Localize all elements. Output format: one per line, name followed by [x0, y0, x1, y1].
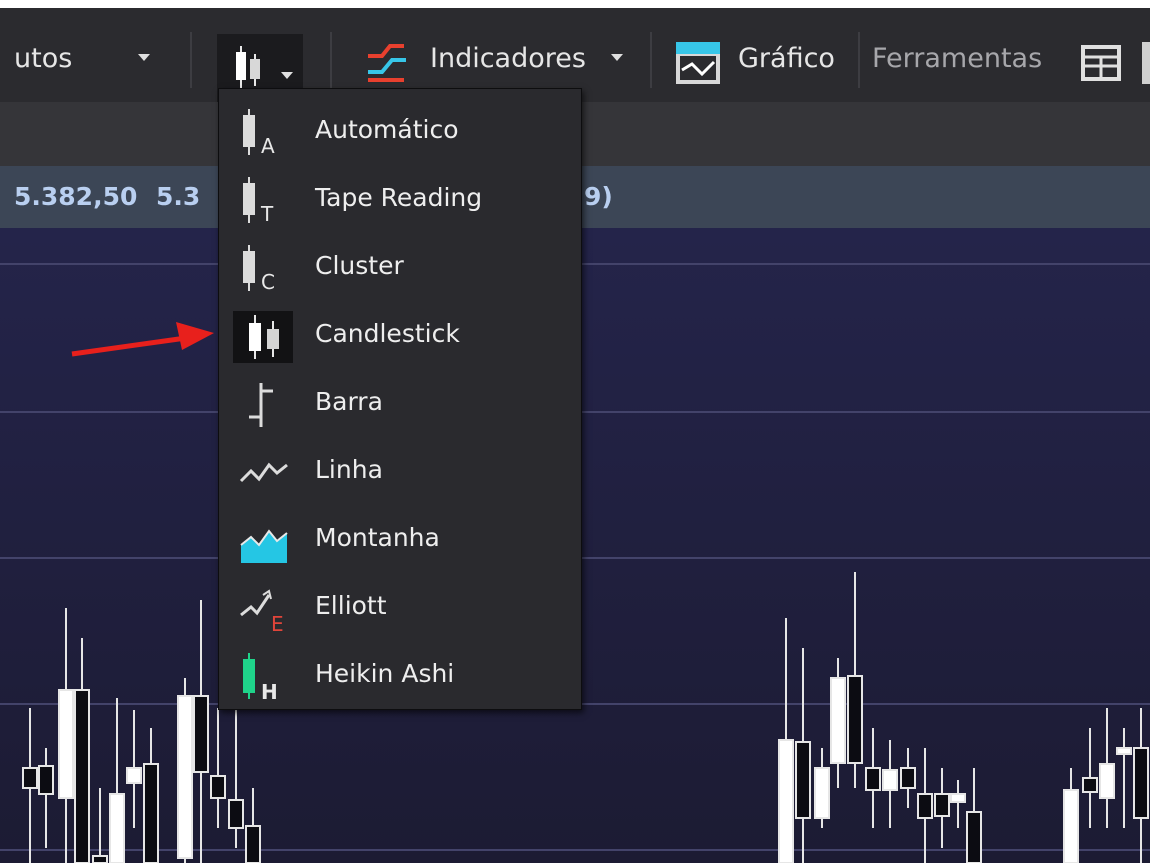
- timeframe-label[interactable]: utos: [14, 44, 72, 74]
- indicators-caret-icon[interactable]: [611, 54, 623, 61]
- indicators-label[interactable]: Indicadores: [430, 44, 586, 74]
- candle-body: [1063, 789, 1079, 863]
- heikin-ashi-icon: H: [243, 653, 278, 703]
- menu-item-heikin-ashi[interactable]: H Heikin Ashi: [219, 645, 581, 707]
- chart-type-menu: A Automático T Tape Reading C Cluster Ca…: [218, 88, 582, 710]
- menu-item-label: Elliott: [315, 591, 387, 620]
- candle-tape-reading-icon: T: [243, 177, 274, 226]
- candle-body: [865, 767, 881, 791]
- layout-grid-icon[interactable]: [1080, 44, 1122, 82]
- menu-item-sub: E: [271, 612, 284, 635]
- candle-body: [900, 767, 916, 789]
- candle-cluster-icon: C: [243, 245, 275, 294]
- candle-body: [795, 741, 811, 819]
- timeframe-dropdown-caret-icon[interactable]: [138, 54, 150, 61]
- line-chart-icon: [239, 462, 288, 483]
- candle-body: [1116, 747, 1132, 755]
- menu-item-label: Linha: [315, 455, 383, 484]
- chart-type-caret-icon: [281, 72, 293, 79]
- menu-item-label: Barra: [315, 387, 383, 416]
- candle-body: [1133, 747, 1149, 819]
- menu-item-sub: C: [261, 270, 275, 294]
- candle-body: [143, 763, 159, 863]
- top-edge: [0, 0, 1150, 8]
- candle-body: [210, 775, 226, 799]
- candle-body: [126, 767, 142, 784]
- candlestick-icon: [233, 311, 293, 363]
- menu-item-linha[interactable]: Linha: [219, 441, 581, 503]
- candle-body: [193, 695, 209, 773]
- menu-item-label: Cluster: [315, 251, 404, 280]
- toolbar-separator: [858, 32, 860, 88]
- next-toolbar-icon[interactable]: [1142, 42, 1150, 84]
- toolbar-separator: [190, 32, 192, 88]
- indicators-icon[interactable]: [364, 42, 410, 86]
- mountain-chart-icon: [240, 529, 288, 563]
- chart-label[interactable]: Gráfico: [738, 44, 835, 74]
- menu-item-montanha[interactable]: Montanha: [219, 509, 581, 571]
- candle-body: [38, 765, 54, 795]
- candle-body: [778, 739, 794, 863]
- price-value: 5.3: [156, 182, 201, 211]
- toolbar-separator: [650, 32, 652, 88]
- toolbar-separator: [330, 32, 332, 88]
- menu-item-label: Tape Reading: [315, 183, 483, 212]
- menu-item-label: Candlestick: [315, 319, 460, 348]
- candle-body: [917, 793, 933, 819]
- candle-auto-icon: A: [243, 109, 275, 158]
- candle-body: [92, 855, 108, 863]
- candle-body: [950, 793, 966, 803]
- chart-window-icon[interactable]: [674, 40, 722, 86]
- candle-body: [1082, 777, 1098, 793]
- candle-body: [22, 767, 38, 789]
- candle-body: [109, 793, 125, 863]
- menu-item-tape-reading[interactable]: T Tape Reading: [219, 169, 581, 231]
- candle-body: [177, 695, 193, 859]
- price-value: 9): [584, 182, 613, 211]
- candle-body: [882, 769, 898, 791]
- menu-item-cluster[interactable]: C Cluster: [219, 237, 581, 299]
- price-value: 5.382,50: [14, 182, 138, 211]
- menu-item-sub: T: [260, 202, 274, 226]
- menu-item-barra[interactable]: Barra: [219, 373, 581, 435]
- menu-item-candlestick[interactable]: Candlestick: [219, 305, 581, 367]
- candle-body: [245, 825, 261, 863]
- menu-item-label: Automático: [315, 115, 459, 144]
- menu-item-label: Heikin Ashi: [315, 659, 455, 688]
- candle-body: [58, 689, 74, 799]
- candle-body: [74, 689, 90, 863]
- bar-ohlc-icon: [249, 383, 273, 427]
- menu-item-sub: H: [261, 680, 278, 703]
- candle-body: [814, 767, 830, 819]
- candle-body: [1099, 763, 1115, 799]
- candle-body: [228, 799, 244, 829]
- candle-body: [934, 793, 950, 817]
- menu-item-label: Montanha: [315, 523, 440, 552]
- candle-body: [830, 677, 846, 764]
- menu-item-automatico[interactable]: A Automático: [219, 101, 581, 163]
- elliott-wave-icon: E: [240, 589, 284, 635]
- menu-item-sub: A: [261, 134, 275, 158]
- candle-body: [847, 675, 863, 764]
- menu-item-elliott[interactable]: E Elliott: [219, 577, 581, 639]
- candle-body: [966, 811, 982, 863]
- tools-label[interactable]: Ferramentas: [872, 44, 1042, 74]
